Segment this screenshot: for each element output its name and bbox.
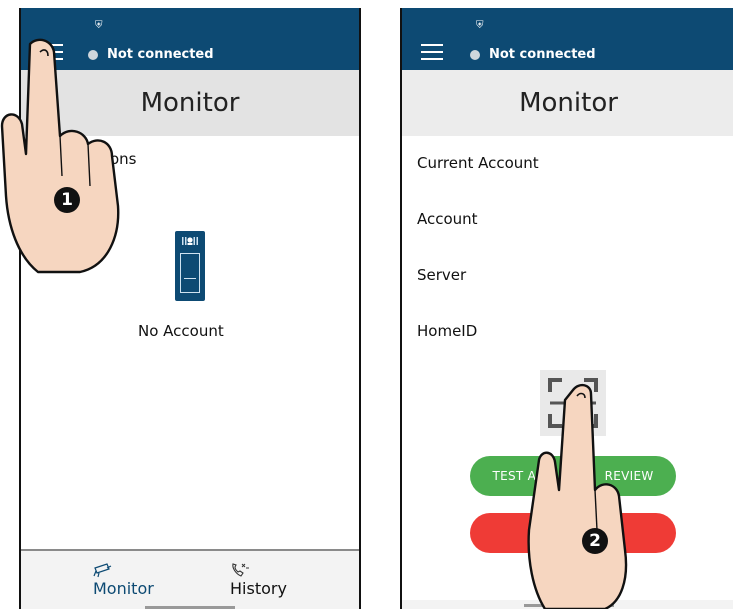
status-dot (88, 49, 98, 60)
doorbell-icon (175, 231, 205, 301)
homeid-field[interactable]: HomeID (417, 322, 477, 340)
test-button-label-tail: REVIEW (604, 469, 654, 483)
no-account-label: No Account (138, 322, 224, 340)
bottom-navigation: Monitor History (21, 549, 359, 609)
account-field[interactable]: Account (417, 210, 478, 228)
step-badge-2: 2 (582, 528, 608, 554)
nav-monitor[interactable]: Monitor (93, 561, 154, 598)
doorbell-screen (180, 253, 200, 293)
doorbell-camera-icon (182, 237, 198, 245)
home-indicator (523, 604, 614, 607)
connection-status: Not connected (470, 47, 596, 62)
server-field[interactable]: Server (417, 266, 466, 284)
page-title: Monitor (402, 70, 733, 136)
shield-icon: ⛨ (476, 20, 484, 31)
right-phone-screen: ⛨ Not connected Monitor Current Account … (400, 8, 733, 609)
camera-icon (93, 563, 112, 578)
nav-monitor-label: Monitor (93, 579, 154, 598)
shield-icon: ⛨ (95, 20, 103, 31)
connection-status: Not connected (88, 47, 214, 62)
scan-icon (548, 378, 598, 428)
step-badge-1: 1 (54, 187, 80, 213)
left-phone-screen: ⛨ Not connected Monitor ons No Account M… (19, 8, 361, 609)
test-preview-button[interactable]: TEST AC REVIEW (470, 456, 676, 496)
clear-button-label: CLE (531, 526, 555, 540)
status-bar: ⛨ Not connected (402, 8, 733, 70)
test-button-label: TEST AC (492, 469, 545, 483)
bottom-navigation (402, 600, 733, 609)
clear-button[interactable]: CLE (470, 513, 676, 553)
status-bar: ⛨ Not connected (21, 8, 359, 70)
options-label[interactable]: ons (110, 150, 137, 168)
nav-history-label: History (230, 579, 287, 598)
connection-status-text: Not connected (107, 47, 214, 62)
status-dot (470, 49, 480, 60)
current-account-field[interactable]: Current Account (417, 154, 539, 172)
nav-history[interactable]: History (230, 561, 287, 598)
connection-status-text: Not connected (489, 47, 596, 62)
menu-button[interactable] (421, 44, 443, 62)
qr-scan-button[interactable] (540, 370, 606, 436)
phone-history-icon (232, 563, 249, 577)
menu-button[interactable] (41, 44, 63, 62)
page-title: Monitor (21, 70, 359, 136)
